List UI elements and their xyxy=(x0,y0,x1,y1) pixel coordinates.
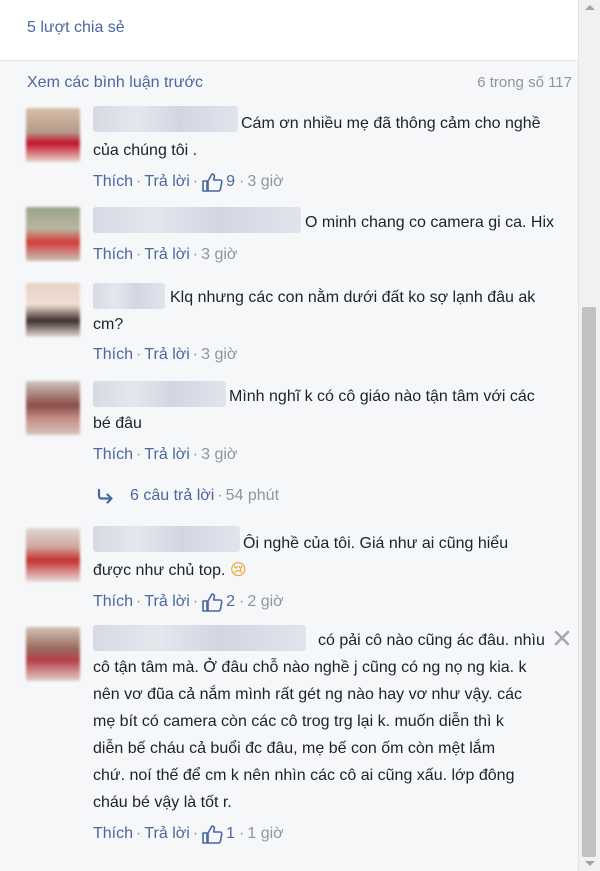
comment-text: Klq nhưng các con nằm dưới đất ko sợ lạn… xyxy=(170,289,536,306)
comment-time[interactable]: 3 giờ xyxy=(247,173,283,191)
comment-time[interactable]: 1 giờ xyxy=(247,825,283,843)
scroll-up-arrow-icon[interactable] xyxy=(585,5,595,10)
avatar[interactable] xyxy=(26,381,80,435)
crying-emoji-icon: 😢 xyxy=(229,562,247,579)
commenter-name[interactable] xyxy=(93,106,238,132)
scroll-down-arrow-icon[interactable] xyxy=(585,861,595,866)
reply-link[interactable]: Trả lời xyxy=(144,246,189,264)
comment-actions: Thích · Trả lời · 3 giờ xyxy=(93,246,238,264)
comment-text-continued: bé đâu xyxy=(93,415,142,432)
avatar[interactable] xyxy=(26,283,80,337)
view-previous-comments-link[interactable]: Xem các bình luận trước xyxy=(27,74,203,92)
reply-link[interactable]: Trả lời xyxy=(144,346,189,364)
comment-time[interactable]: 2 giờ xyxy=(247,593,283,611)
reply-link[interactable]: Trả lời xyxy=(144,593,189,611)
commenter-name[interactable] xyxy=(93,625,306,651)
comment-time[interactable]: 3 giờ xyxy=(201,346,237,364)
avatar[interactable] xyxy=(26,528,80,582)
scrollbar-thumb[interactable] xyxy=(582,307,596,857)
reply-link[interactable]: Trả lời xyxy=(144,446,189,464)
avatar[interactable] xyxy=(26,627,80,681)
comment-count: 6 trong số 117 xyxy=(477,74,572,91)
comment-text-continued: của chúng tôi . xyxy=(93,142,198,159)
comment-text: có pải cô nào cũng ác đâu. nhìu xyxy=(318,632,545,649)
comment-actions: Thích · Trả lời · 2 · 2 giờ xyxy=(93,592,284,612)
thumbs-up-icon[interactable] xyxy=(201,824,223,844)
commenter-name[interactable] xyxy=(93,283,165,309)
like-link[interactable]: Thích xyxy=(93,446,133,464)
like-link[interactable]: Thích xyxy=(93,246,133,264)
comment-time[interactable]: 3 giờ xyxy=(201,246,237,264)
previous-comments-row: Xem các bình luận trước 6 trong số 117 xyxy=(27,74,572,98)
reply-time[interactable]: 54 phút xyxy=(226,487,279,505)
comment-actions: Thích · Trả lời · 3 giờ xyxy=(93,346,238,364)
comment-text: O minh chang co camera gi ca. Hix xyxy=(305,214,554,231)
comment-text-continued: được như chủ top. 😢 xyxy=(93,562,247,579)
like-link[interactable]: Thích xyxy=(93,825,133,843)
thumbs-up-icon[interactable] xyxy=(201,172,223,192)
like-link[interactable]: Thích xyxy=(93,593,133,611)
comment-actions: Thích · Trả lời · 3 giờ xyxy=(93,446,238,464)
like-link[interactable]: Thích xyxy=(93,173,133,191)
avatar[interactable] xyxy=(26,207,80,261)
thumbs-up-icon[interactable] xyxy=(201,592,223,612)
commenter-name[interactable] xyxy=(93,526,240,552)
reply-link[interactable]: Trả lời xyxy=(144,825,189,843)
vertical-scrollbar[interactable] xyxy=(578,0,600,871)
comment-text: Mình nghĩ k có cô giáo nào tận tâm với c… xyxy=(229,388,535,405)
reply-arrow-icon xyxy=(97,488,113,504)
replies-row: 6 câu trả lời · 54 phút xyxy=(96,485,279,507)
like-count[interactable]: 2 xyxy=(226,593,235,611)
comment-text-continued: cô tận tâm mà. Ở đâu chỗ nào nghề j cũng… xyxy=(93,659,527,811)
like-link[interactable]: Thích xyxy=(93,346,133,364)
avatar[interactable] xyxy=(26,108,80,162)
shares-link[interactable]: 5 lượt chia sẻ xyxy=(27,19,125,37)
comment-time[interactable]: 3 giờ xyxy=(201,446,237,464)
commenter-name[interactable] xyxy=(93,381,226,407)
close-icon[interactable] xyxy=(553,629,571,647)
commenter-name[interactable] xyxy=(93,207,301,233)
comment-text-continued: cm? xyxy=(93,316,124,333)
share-bar: 5 lượt chia sẻ xyxy=(0,0,578,61)
reply-link[interactable]: Trả lời xyxy=(144,173,189,191)
view-replies-link[interactable]: 6 câu trả lời xyxy=(130,487,214,505)
comment-actions: Thích · Trả lời · 9 · 3 giờ xyxy=(93,172,284,192)
like-count[interactable]: 9 xyxy=(226,173,235,191)
comment-actions: Thích · Trả lời · 1 · 1 giờ xyxy=(93,824,284,844)
comment-text: Ôi nghề của tôi. Giá như ai cũng hiểu xyxy=(243,535,509,552)
like-count[interactable]: 1 xyxy=(226,825,235,843)
comment-text: Cám ơn nhiều mẹ đã thông cảm cho nghề xyxy=(241,115,541,132)
comments-panel: 5 lượt chia sẻ Xem các bình luận trước 6… xyxy=(0,0,578,871)
